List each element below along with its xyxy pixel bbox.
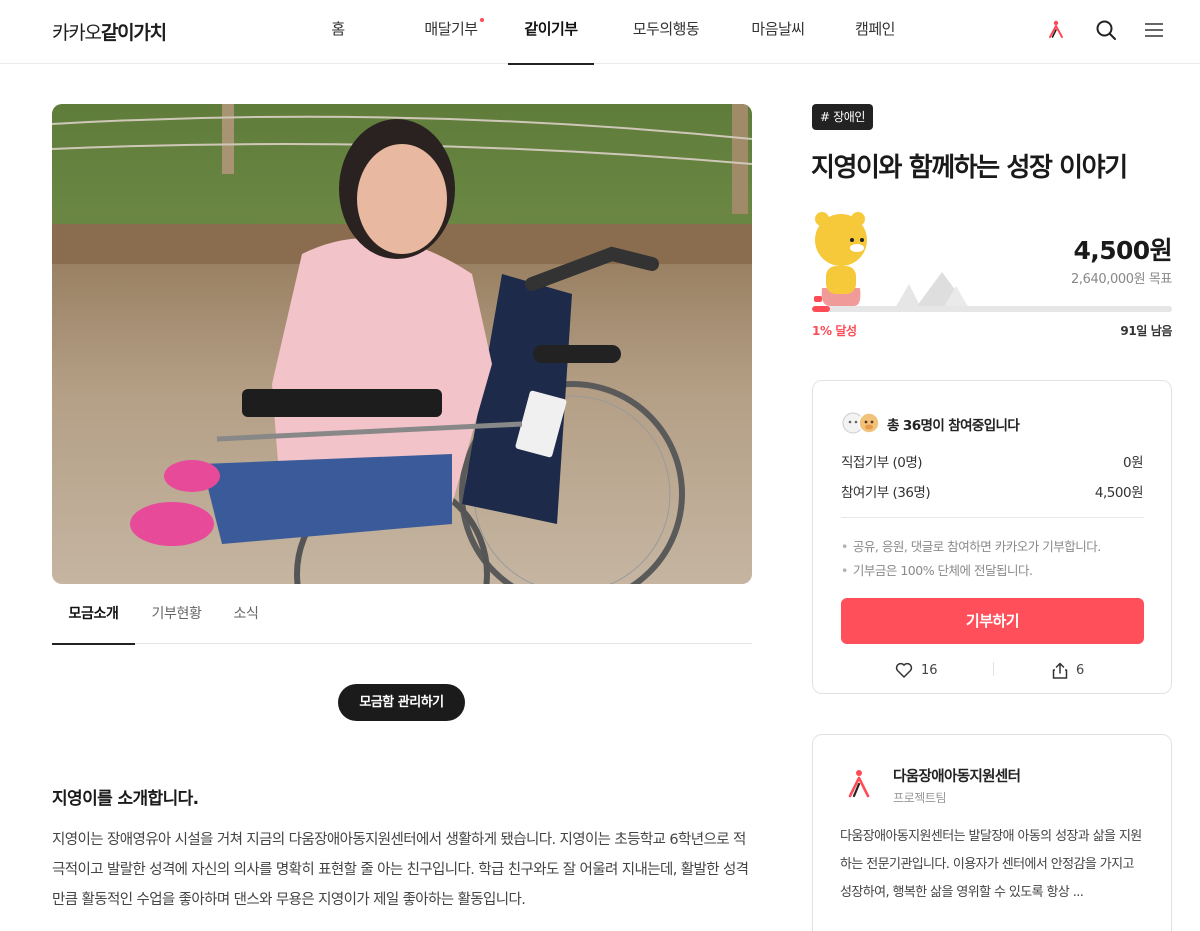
tab-intro-label: 모금소개 <box>68 606 119 622</box>
tab-news-label: 소식 <box>233 606 259 622</box>
campaign-hero-image <box>52 104 752 584</box>
menu-icon[interactable] <box>1141 17 1167 43</box>
tab-fundraising-intro[interactable]: 모금소개 <box>52 586 135 645</box>
nav-mind-weather[interactable]: 마음날씨 <box>741 0 815 64</box>
organization-card[interactable]: 다움장애아동지원센터 프로젝트팀 다움장애아동지원센터는 발달장애 아동의 성장… <box>812 734 1172 931</box>
logo-bold-text: 같이가치 <box>100 22 167 44</box>
direct-donation-value: 0원 <box>1122 455 1144 471</box>
days-left: 91일 남음 <box>1120 324 1172 338</box>
participation-donation-label: 참여기부 (36명) <box>841 485 931 501</box>
content-tabs: 모금소개 기부현황 소식 <box>52 586 752 645</box>
intro-body-text: 지영이는 장애영유아 시설을 거쳐 지금의 다움장애아동지원센터에서 생활하게 … <box>52 832 749 908</box>
card-divider <box>841 517 1144 518</box>
progress-bar-fill <box>812 306 830 312</box>
raised-amount: 4,500원 <box>1073 236 1173 265</box>
direct-donation-label: 직접기부 (0명) <box>841 455 923 471</box>
progress-bar <box>812 306 1172 312</box>
mascot-ryan-icon <box>814 212 867 306</box>
nav-together-donation[interactable]: 같이기부 <box>508 0 594 65</box>
like-button[interactable]: 16 <box>895 661 938 679</box>
tab-donation-status[interactable]: 기부현황 <box>135 586 218 644</box>
nav-monthly-donation[interactable]: 매달기부 <box>394 0 508 64</box>
organization-description: 다움장애아동지원센터는 발달장애 아동의 성장과 삶을 지원하는 전문기관입니다… <box>840 829 1142 900</box>
tab-status-label: 기부현황 <box>151 606 202 622</box>
participation-note: 공유, 응원, 댓글로 참여하면 카카오가 기부합니다. <box>841 536 1101 555</box>
share-icon <box>1052 662 1068 679</box>
hero-photo <box>52 104 752 584</box>
campaign-title: 지영이와 함께하는 성장 이야기 <box>811 153 1128 183</box>
participants-count: 총 36명이 참여중입니다 <box>887 418 1020 434</box>
intro-heading: 지영이를 소개합니다. <box>52 789 199 809</box>
nav-home-label: 홈 <box>331 20 345 38</box>
participation-donation-row: 참여기부 (36명) 4,500원 <box>841 481 1144 501</box>
top-navigation-bar: 카카오같이가치 홈 매달기부 같이기부 모두의행동 마음날씨 캠페인 <box>0 0 1200 65</box>
search-icon[interactable] <box>1093 17 1119 43</box>
stat-separator <box>993 662 994 676</box>
nav-monthly-label: 매달기부 <box>424 20 478 38</box>
heart-icon <box>895 662 913 678</box>
progress-percent: 1% 달성 <box>812 324 857 338</box>
nav-action-label: 모두의행동 <box>632 20 700 38</box>
main-nav: 홈 매달기부 같이기부 모두의행동 마음날씨 캠페인 <box>310 0 905 65</box>
brand-person-icon[interactable] <box>1043 17 1069 43</box>
goal-amount: 2,640,000원 목표 <box>1071 272 1172 287</box>
donation-summary-card: 총 36명이 참여중입니다 직접기부 (0명) 0원 참여기부 (36명) 4,… <box>812 380 1172 694</box>
direct-donation-row: 직접기부 (0명) 0원 <box>841 451 1144 471</box>
nav-together-label: 같이기부 <box>524 20 578 38</box>
share-button[interactable]: 6 <box>1052 661 1084 679</box>
organization-role: 프로젝트팀 <box>893 791 947 805</box>
participant-avatars <box>842 412 880 434</box>
like-count: 16 <box>921 662 938 678</box>
organization-logo-icon <box>848 770 870 798</box>
tab-news[interactable]: 소식 <box>218 586 274 644</box>
organization-name[interactable]: 다움장애아동지원센터 <box>893 765 1021 786</box>
share-count: 6 <box>1076 662 1085 678</box>
new-dot-icon <box>480 18 484 22</box>
delivery-note: 기부금은 100% 단체에 전달됩니다. <box>841 560 1033 579</box>
nav-campaign[interactable]: 캠페인 <box>845 0 905 64</box>
progress-mountains-icon <box>894 272 970 310</box>
logo[interactable]: 카카오같이가치 <box>52 18 167 45</box>
nav-home[interactable]: 홈 <box>310 0 366 64</box>
participation-donation-value: 4,500원 <box>1094 485 1144 501</box>
nav-weather-label: 마음날씨 <box>751 20 805 38</box>
nav-campaign-label: 캠페인 <box>855 20 895 38</box>
logo-light-text: 카카오 <box>52 22 102 44</box>
nav-everyone-action[interactable]: 모두의행동 <box>621 0 711 64</box>
donate-button[interactable]: 기부하기 <box>841 598 1144 644</box>
category-tag[interactable]: # 장애인 <box>812 104 873 130</box>
manage-fundraiser-button[interactable]: 모금함 관리하기 <box>338 684 465 721</box>
